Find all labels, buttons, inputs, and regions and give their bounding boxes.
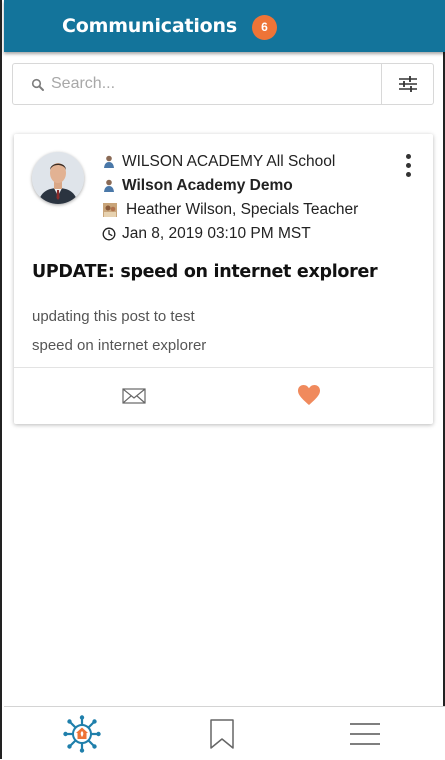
unread-count-badge: 6 <box>252 15 277 40</box>
search-bar <box>12 63 434 105</box>
search-input[interactable] <box>51 70 371 98</box>
card-divider <box>14 367 433 368</box>
app-header: Communications 6 <box>4 0 445 52</box>
nav-menu[interactable] <box>325 707 405 760</box>
author-thumbnail-icon <box>103 203 117 217</box>
search-icon <box>31 78 44 91</box>
nav-home[interactable] <box>42 707 122 760</box>
person-icon <box>104 179 114 192</box>
audience-text: WILSON ACADEMY All School <box>122 153 336 170</box>
author-text: Heather Wilson, Specials Teacher <box>126 201 359 218</box>
timestamp-line: Jan 8, 2019 03:10 PM MST <box>102 225 311 243</box>
group-icon <box>104 155 114 168</box>
bookmark-icon <box>210 718 234 749</box>
bottom-nav <box>4 706 445 759</box>
organization-line: Wilson Academy Demo <box>102 177 293 195</box>
more-dot-icon <box>405 172 411 177</box>
avatar[interactable] <box>32 152 84 204</box>
mail-icon[interactable] <box>122 387 146 405</box>
clock-icon <box>102 227 116 241</box>
app-frame: Communications 6 Search... WILSON ACADEM… <box>0 0 445 759</box>
audience-line: WILSON ACADEMY All School <box>102 153 335 171</box>
timestamp-text: Jan 8, 2019 03:10 PM MST <box>122 225 311 242</box>
hamburger-icon <box>350 722 380 745</box>
post-title[interactable]: UPDATE: speed on internet explorer <box>32 262 378 282</box>
more-dot-icon <box>405 163 411 168</box>
author-line: Heather Wilson, Specials Teacher <box>102 201 358 219</box>
nav-bookmarks[interactable] <box>182 707 262 760</box>
post-card[interactable]: WILSON ACADEMY All School Wilson Academy… <box>14 134 433 424</box>
more-dot-icon <box>405 154 411 159</box>
sliders-icon <box>398 76 417 92</box>
page-title: Communications <box>62 15 237 37</box>
post-body-line: updating this post to test <box>32 308 195 325</box>
more-options-button[interactable] <box>403 154 413 178</box>
post-body-line: speed on internet explorer <box>32 337 207 354</box>
app-logo-icon <box>63 714 101 753</box>
avatar-photo <box>32 152 84 204</box>
heart-icon[interactable] <box>297 384 321 406</box>
filter-button[interactable] <box>381 64 433 104</box>
organization-text: Wilson Academy Demo <box>122 177 293 194</box>
